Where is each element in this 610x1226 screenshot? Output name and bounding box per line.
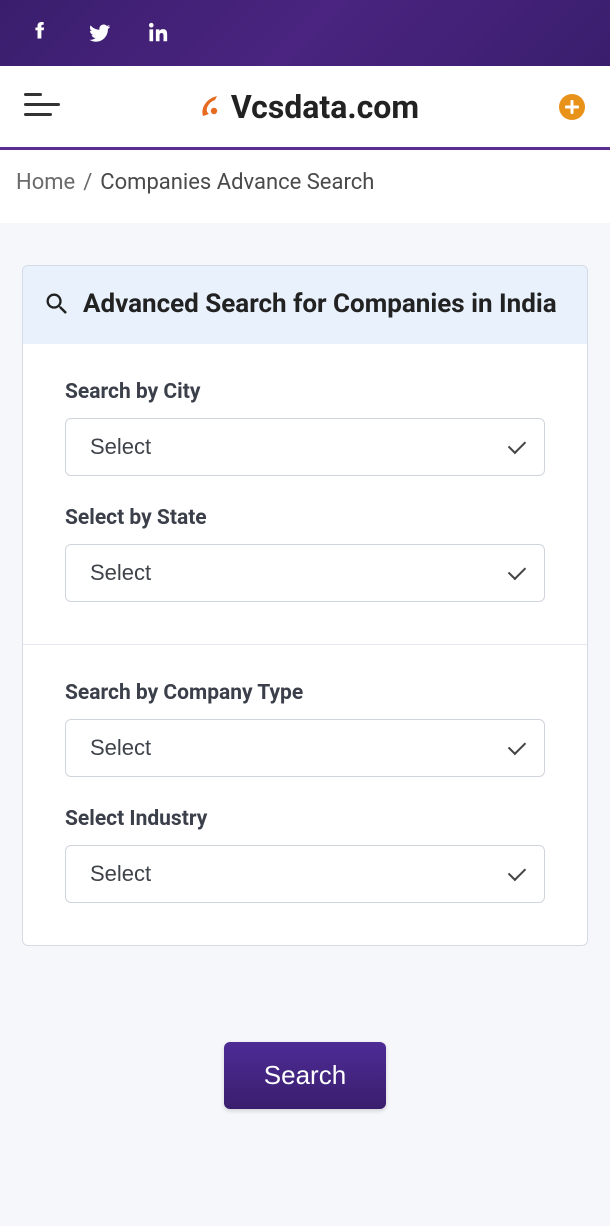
select-company-type[interactable]: Select: [65, 719, 545, 777]
add-icon[interactable]: [558, 93, 586, 121]
breadcrumb-current: Companies Advance Search: [100, 170, 374, 195]
select-wrap-industry: Select: [65, 845, 545, 903]
search-card: Advanced Search for Companies in India S…: [22, 265, 588, 946]
card-title: Advanced Search for Companies in India: [83, 288, 557, 322]
select-wrap-city: Select: [65, 418, 545, 476]
select-wrap-company-type: Select: [65, 719, 545, 777]
label-industry: Select Industry: [65, 807, 545, 831]
breadcrumb-separator: /: [83, 170, 92, 195]
search-button-wrap: Search: [0, 1042, 610, 1109]
label-city: Search by City: [65, 380, 545, 404]
header-bar: Vcsdata.com: [0, 66, 610, 150]
field-company-type: Search by Company Type Select: [65, 681, 545, 777]
search-icon: [43, 290, 73, 320]
card-header: Advanced Search for Companies in India: [23, 266, 587, 344]
field-city: Search by City Select: [65, 380, 545, 476]
label-company-type: Search by Company Type: [65, 681, 545, 705]
top-social-bar: [0, 0, 610, 66]
select-state[interactable]: Select: [65, 544, 545, 602]
facebook-icon[interactable]: [28, 21, 52, 45]
breadcrumb-home[interactable]: Home: [16, 170, 75, 195]
logo[interactable]: Vcsdata.com: [199, 88, 419, 126]
select-city[interactable]: Select: [65, 418, 545, 476]
field-state: Select by State Select: [65, 506, 545, 602]
linkedin-icon[interactable]: [148, 21, 172, 45]
select-wrap-state: Select: [65, 544, 545, 602]
section-type: Search by Company Type Select Select Ind…: [23, 645, 587, 945]
section-location: Search by City Select Select by State Se…: [23, 344, 587, 645]
label-state: Select by State: [65, 506, 545, 530]
logo-text: Vcsdata.com: [231, 88, 419, 126]
breadcrumb-wrap: Home / Companies Advance Search: [0, 150, 610, 223]
menu-icon[interactable]: [24, 93, 60, 121]
field-industry: Select Industry Select: [65, 807, 545, 903]
select-industry[interactable]: Select: [65, 845, 545, 903]
logo-mark-icon: [199, 92, 229, 122]
twitter-icon[interactable]: [88, 21, 112, 45]
search-button[interactable]: Search: [224, 1042, 386, 1109]
breadcrumb: Home / Companies Advance Search: [16, 170, 594, 195]
